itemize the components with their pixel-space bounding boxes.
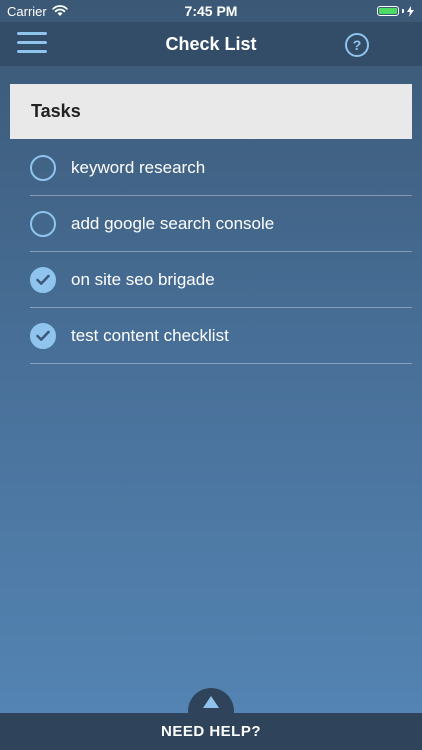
- task-label: keyword research: [71, 157, 206, 177]
- tasks-section-header: Tasks: [10, 84, 412, 139]
- task-row-add-google-search-console[interactable]: add google search console: [30, 196, 412, 252]
- question-circle-icon[interactable]: ?: [345, 33, 369, 57]
- battery-icon: [377, 6, 399, 16]
- task-label: test content checklist: [71, 325, 229, 345]
- checked-circle-icon[interactable]: [30, 266, 56, 293]
- status-time: 7:45 PM: [184, 3, 238, 19]
- unchecked-circle-icon[interactable]: [30, 210, 56, 237]
- need-help-label: NEED HELP?: [160, 723, 261, 740]
- checked-circle-icon[interactable]: [30, 322, 56, 349]
- task-row-on-site-seo-brigade[interactable]: on site seo brigade: [30, 252, 412, 308]
- task-list: keyword research add google search conso…: [30, 140, 412, 364]
- checkmark-icon: [36, 274, 50, 285]
- hamburger-menu-icon[interactable]: [17, 32, 47, 56]
- task-row-test-content-checklist[interactable]: test content checklist: [30, 308, 412, 364]
- unchecked-circle-icon[interactable]: [30, 154, 56, 181]
- task-label: on site seo brigade: [71, 269, 215, 289]
- need-help-button[interactable]: NEED HELP?: [0, 713, 422, 750]
- up-arrow-icon: [203, 696, 219, 708]
- section-title: Tasks: [31, 101, 81, 121]
- page-title: Check List: [165, 33, 257, 54]
- task-row-keyword-research[interactable]: keyword research: [30, 140, 412, 196]
- status-bar: Carrier 7:45 PM: [0, 0, 422, 22]
- task-label: add google search console: [71, 213, 275, 233]
- nav-bar: Check List ?: [0, 22, 422, 66]
- checkmark-icon: [36, 330, 50, 341]
